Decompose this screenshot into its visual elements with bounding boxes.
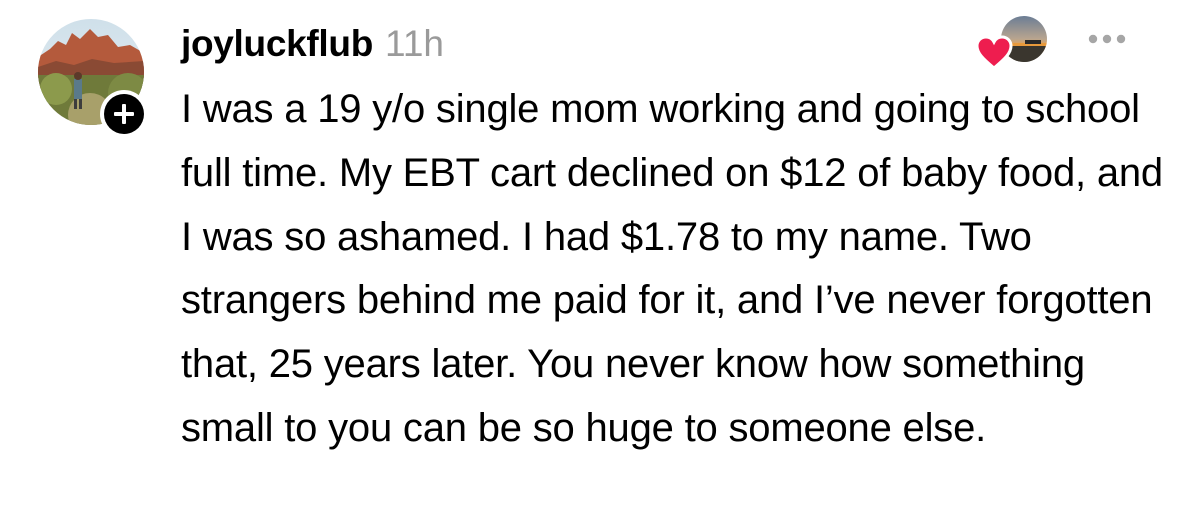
heart-icon [975, 35, 1013, 70]
liked-by-author-indicator[interactable] [975, 16, 1049, 70]
follow-badge-inner [104, 94, 144, 134]
username[interactable]: joyluckflub [181, 23, 373, 65]
timestamp: 11h [385, 23, 444, 64]
avatar-container[interactable] [38, 19, 148, 138]
plus-icon [114, 104, 134, 124]
follow-button[interactable] [100, 90, 148, 138]
comment-header: joyluckflub 11h [181, 16, 444, 72]
ellipsis-icon [1088, 34, 1126, 44]
more-options-button[interactable] [1082, 24, 1132, 54]
comment-body: I was a 19 y/o single mom working and go… [181, 87, 1163, 450]
